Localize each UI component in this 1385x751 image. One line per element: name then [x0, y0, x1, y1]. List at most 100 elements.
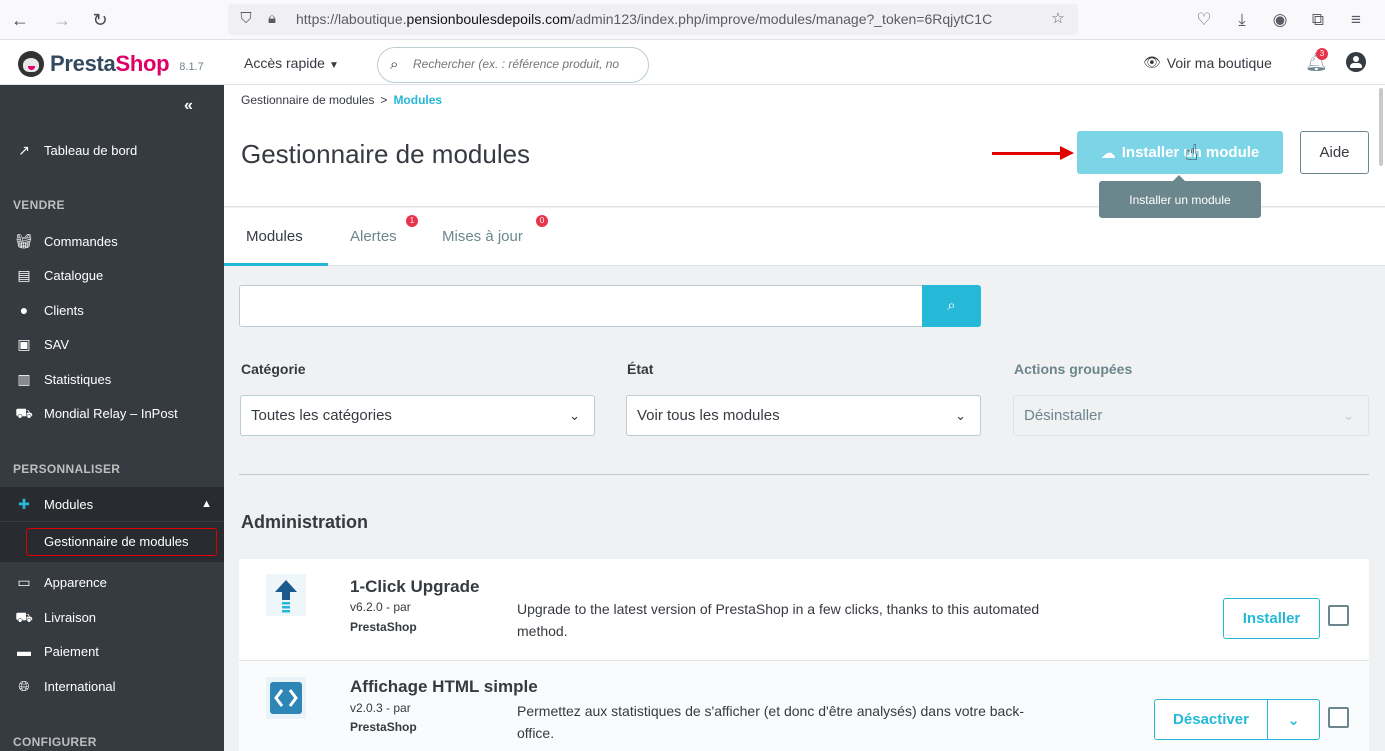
- credit-card-icon: ▬: [17, 643, 31, 659]
- address-bar[interactable]: ⛉ 🔒︎ https://laboutique.pensionboulesdep…: [228, 4, 1078, 35]
- bookmark-star-icon[interactable]: ☆: [1048, 9, 1068, 29]
- puffin-logo-icon: [18, 51, 44, 77]
- annotation-arrow-head: [1060, 146, 1074, 160]
- state-select[interactable]: Voir tous les modules ⌄: [626, 395, 981, 436]
- prestashop-logo[interactable]: PrestaShop 8.1.7: [18, 51, 204, 77]
- category-label: Catégorie: [241, 361, 306, 377]
- sidebar-item-orders[interactable]: 🧺︎ Commandes: [0, 226, 224, 256]
- pocket-icon[interactable]: ♡: [1192, 8, 1216, 32]
- sidebar-item-mondial-relay[interactable]: ⛟ Mondial Relay – InPost: [0, 398, 224, 428]
- page-scrollbar[interactable]: [1379, 88, 1383, 166]
- breadcrumb-current[interactable]: Modules: [393, 93, 442, 107]
- breadcrumb-parent[interactable]: Gestionnaire de modules: [241, 93, 374, 107]
- breadcrumb: Gestionnaire de modules > Modules: [241, 93, 443, 107]
- sidebar-section-configure: CONFIGURER: [13, 735, 97, 749]
- state-label: État: [627, 361, 654, 377]
- sidebar-item-dashboard[interactable]: ↗ Tableau de bord: [0, 135, 224, 165]
- module-author: PrestaShop: [350, 720, 417, 734]
- module-name[interactable]: 1-Click Upgrade: [350, 577, 479, 597]
- menu-icon[interactable]: ≡: [1344, 8, 1368, 32]
- chat-icon: ▣: [17, 336, 31, 352]
- tab-updates[interactable]: Mises à jour: [442, 228, 523, 245]
- sidebar-item-stats[interactable]: ▥ Statistiques: [0, 364, 224, 394]
- module-name[interactable]: Affichage HTML simple: [350, 677, 538, 697]
- sidebar-item-international[interactable]: 🌐︎ International: [0, 671, 224, 701]
- module-checkbox[interactable]: [1328, 605, 1349, 626]
- reload-icon[interactable]: ↻: [88, 8, 112, 32]
- chevron-down-icon: ⌄: [1343, 408, 1354, 423]
- category-select[interactable]: Toutes les catégories ⌄: [240, 395, 595, 436]
- module-description: Permettez aux statistiques de s'afficher…: [517, 703, 1025, 741]
- tab-alerts[interactable]: Alertes: [350, 228, 397, 245]
- sidebar-item-appearance[interactable]: ▭ Apparence: [0, 567, 224, 597]
- header-search-input[interactable]: [413, 57, 638, 71]
- section-title-administration: Administration: [241, 512, 369, 532]
- notification-badge: 3: [1316, 48, 1328, 60]
- url-text[interactable]: https://laboutique.pensionboulesdepoils.…: [296, 11, 1044, 27]
- alerts-badge: 1: [406, 215, 418, 227]
- collapse-menu-icon[interactable]: «: [184, 97, 193, 115]
- search-icon: ⌕: [390, 56, 399, 73]
- html-block-module-icon: [266, 677, 306, 719]
- install-button[interactable]: Installer: [1223, 598, 1320, 639]
- header-search[interactable]: ⌕: [377, 47, 649, 83]
- help-button[interactable]: Aide: [1300, 131, 1369, 174]
- sidebar-item-shipping[interactable]: ⛟ Livraison: [0, 602, 224, 632]
- module-version: v2.0.3 - par: [350, 701, 411, 715]
- sidebar-item-customers[interactable]: ● Clients: [0, 295, 224, 325]
- module-search-button[interactable]: ⌕: [922, 285, 981, 327]
- install-module-button[interactable]: ☁ Installer un module: [1077, 131, 1283, 174]
- version-label: 8.1.7: [179, 61, 204, 73]
- view-shop-link[interactable]: 👁︎ Voir ma boutique: [1143, 54, 1272, 71]
- chevron-down-icon: ⌄: [569, 408, 580, 423]
- eye-icon: 👁︎: [1143, 54, 1161, 70]
- module-checkbox[interactable]: [1328, 707, 1349, 728]
- sidebar-item-customer-service[interactable]: ▣ SAV: [0, 329, 224, 359]
- disable-button[interactable]: Désactiver: [1154, 699, 1268, 740]
- browser-toolbar: ← → ↻ ⛉ 🔒︎ https://laboutique.pensionbou…: [0, 0, 1385, 40]
- cloud-upload-icon: ☁: [1100, 144, 1116, 162]
- caret-down-icon: ▼: [328, 60, 339, 71]
- forward-icon[interactable]: →: [50, 8, 74, 32]
- sidebar-section-customize: PERSONNALISER: [13, 462, 121, 476]
- sidebar-item-payment[interactable]: ▬ Paiement: [0, 636, 224, 666]
- download-icon[interactable]: ⤓: [1230, 8, 1254, 32]
- employee-account-icon[interactable]: [1346, 52, 1366, 72]
- extensions-icon[interactable]: ⧉: [1306, 8, 1330, 32]
- chevron-down-icon: ⌄: [955, 408, 966, 423]
- search-icon: ⌕: [947, 297, 956, 314]
- quick-access-dropdown[interactable]: Accès rapide ▼: [244, 55, 339, 71]
- sidebar: « ↗ Tableau de bord VENDRE 🧺︎ Commandes ▤ C…: [0, 85, 224, 751]
- page-title: Gestionnaire de modules: [241, 139, 531, 169]
- truck-icon: ⛟: [15, 609, 33, 625]
- active-tab-indicator: [224, 263, 328, 266]
- updates-badge: 0: [536, 215, 548, 227]
- shield-icon[interactable]: ⛉: [236, 9, 256, 29]
- admin-header: PrestaShop 8.1.7 Accès rapide▼ ⌕ 👁︎Voir …: [0, 40, 1385, 85]
- module-row: 1-Click Upgrade v6.2.0 - par PrestaShop …: [239, 559, 1369, 661]
- account-icon[interactable]: ◉: [1268, 8, 1292, 32]
- sidebar-item-catalog[interactable]: ▤ Catalogue: [0, 260, 224, 290]
- monitor-icon: ▭: [17, 574, 31, 590]
- page-header: Gestionnaire de modules > Modules Gestionn…: [224, 85, 1385, 218]
- module-version: v6.2.0 - par: [350, 600, 411, 614]
- sidebar-section-sell: VENDRE: [13, 198, 65, 212]
- lock-icon[interactable]: 🔒︎: [262, 9, 282, 29]
- module-search-input[interactable]: [239, 285, 923, 327]
- sidebar-subitem-module-manager[interactable]: Gestionnaire de modules: [26, 528, 217, 556]
- puzzle-icon: ✚: [18, 496, 30, 512]
- sidebar-item-modules[interactable]: ✚ Modules ▲: [0, 487, 224, 521]
- back-icon[interactable]: ←: [8, 8, 32, 32]
- module-author: PrestaShop: [350, 620, 417, 634]
- divider: [239, 474, 1369, 475]
- upgrade-module-icon: [266, 574, 306, 616]
- basket-icon: 🧺︎: [15, 233, 33, 249]
- module-actions-dropdown[interactable]: ⌄: [1267, 699, 1320, 740]
- account-circle-icon: ●: [19, 302, 29, 318]
- bar-chart-icon: ▥: [17, 371, 31, 387]
- bulk-actions-select: Désinstaller ⌄: [1013, 395, 1369, 436]
- tab-modules[interactable]: Modules: [246, 228, 303, 245]
- store-icon: ▤: [17, 267, 31, 283]
- truck-icon: ⛟: [15, 405, 33, 421]
- logo-text: PrestaShop: [50, 51, 170, 76]
